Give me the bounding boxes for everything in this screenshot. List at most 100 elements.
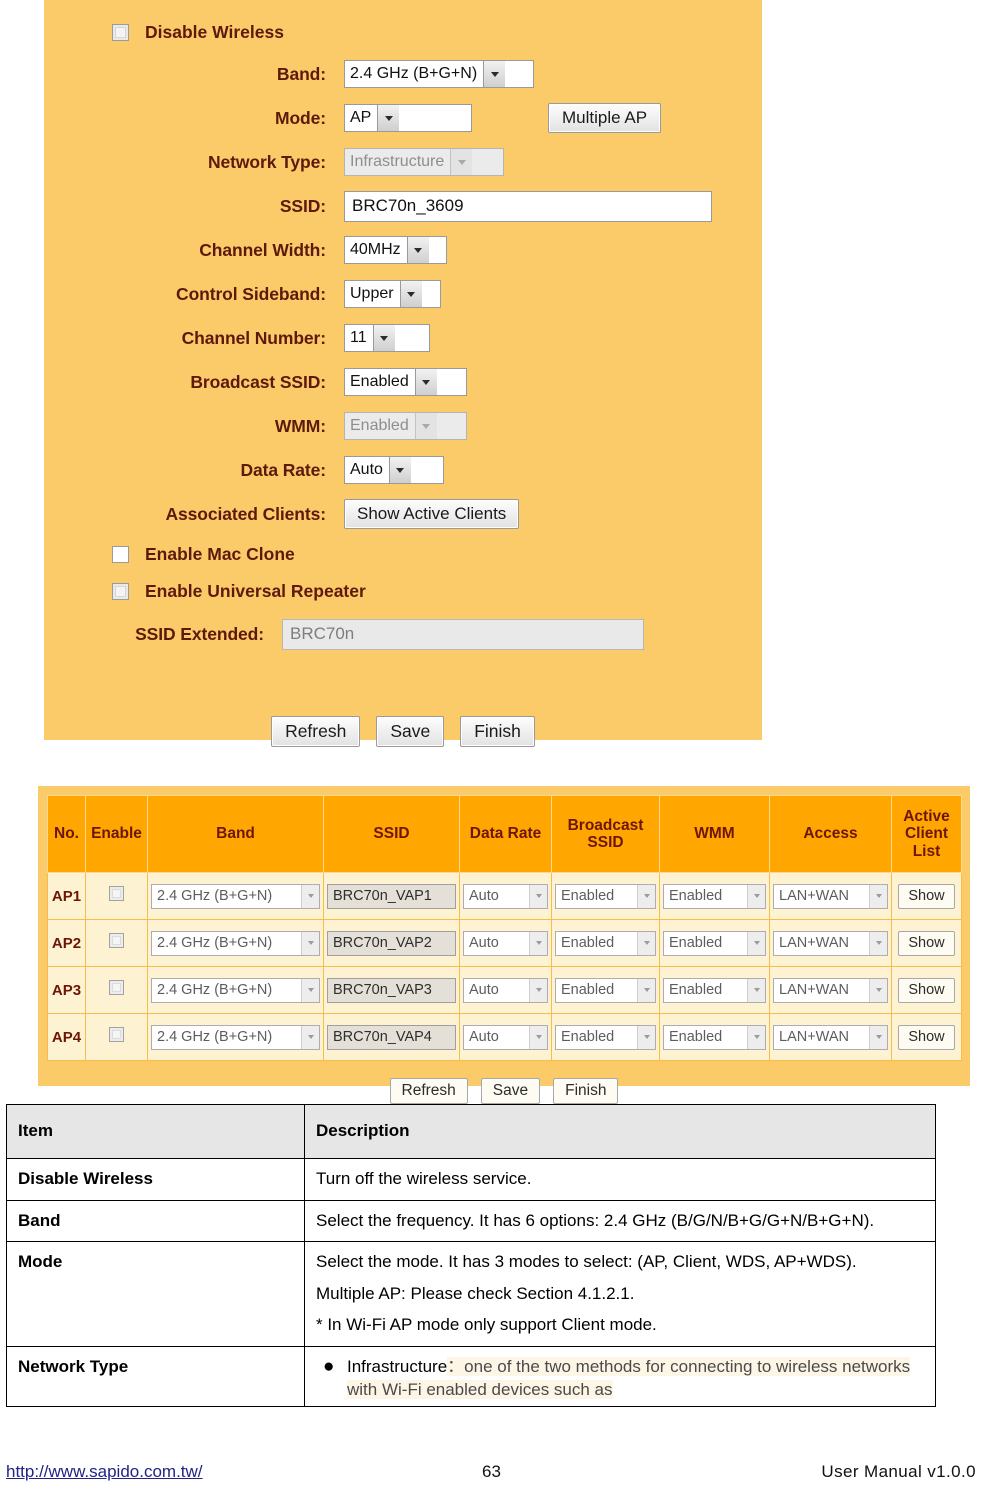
ap-data-rate-select[interactable]: Auto xyxy=(463,1024,548,1050)
ap-access-select[interactable]: LAN+WAN xyxy=(773,883,888,909)
field-row-broadcast-ssid: Broadcast SSID: Enabled xyxy=(44,360,762,404)
ap-broadcast-ssid-select[interactable]: Enabled xyxy=(555,977,656,1003)
desc-line: Turn off the wireless service. xyxy=(316,1169,532,1188)
ap-band-value: 2.4 GHz (B+G+N) xyxy=(157,982,273,998)
ap-wmm-select[interactable]: Enabled xyxy=(663,977,766,1003)
enable-universal-repeater-row: Enable Universal Repeater xyxy=(44,573,762,610)
ap-data-rate-select[interactable]: Auto xyxy=(463,977,548,1003)
ap-enable-cell xyxy=(85,966,148,1014)
ap-wmm-select[interactable]: Enabled xyxy=(663,930,766,956)
mode-label: Mode: xyxy=(274,107,326,128)
ap-number: AP3 xyxy=(47,966,86,1014)
channel-width-select[interactable]: 40MHz xyxy=(344,236,447,264)
field-row-data-rate: Data Rate: Auto xyxy=(44,448,762,492)
desc-col-header-item: Item xyxy=(6,1104,305,1159)
ap-band-select[interactable]: 2.4 GHz (B+G+N) xyxy=(151,883,320,909)
wmm-label: WMM: xyxy=(274,415,326,436)
ap-access-cell: LAN+WAN xyxy=(769,919,892,967)
ap-show-button[interactable]: Show xyxy=(898,930,955,956)
col-header-ssid: SSID xyxy=(323,795,460,873)
ap-wmm-cell: Enabled xyxy=(659,1013,770,1061)
ap-broadcast-ssid-select[interactable]: Enabled xyxy=(555,930,656,956)
field-row-ssid: SSID: BRC70n_3609 xyxy=(44,184,762,228)
chevron-down-icon xyxy=(301,931,319,955)
broadcast-ssid-select-value: Enabled xyxy=(350,373,409,390)
chevron-down-icon xyxy=(637,931,655,955)
ap-access-value: LAN+WAN xyxy=(779,935,849,951)
table-finish-button[interactable]: Finish xyxy=(553,1078,619,1104)
ap-broadcast-ssid-select[interactable]: Enabled xyxy=(555,883,656,909)
ap-band-select[interactable]: 2.4 GHz (B+G+N) xyxy=(151,930,320,956)
show-active-clients-button[interactable]: Show Active Clients xyxy=(344,499,520,529)
chevron-down-icon xyxy=(869,1025,887,1049)
disable-wireless-checkbox[interactable] xyxy=(112,23,129,41)
col-header-enable: Enable xyxy=(85,795,148,873)
enable-mac-clone-row: Enable Mac Clone xyxy=(44,536,762,573)
chevron-down-icon xyxy=(747,884,765,908)
ssid-label: SSID: xyxy=(279,195,326,216)
ap-ssid-input[interactable]: BRC70n_VAP4 xyxy=(327,1024,456,1050)
chevron-down-icon xyxy=(747,978,765,1002)
chevron-down-icon xyxy=(529,978,547,1002)
ap-access-value: LAN+WAN xyxy=(779,982,849,998)
enable-universal-repeater-checkbox[interactable] xyxy=(112,583,129,600)
ap-band-select[interactable]: 2.4 GHz (B+G+N) xyxy=(151,977,320,1003)
multiple-ap-button[interactable]: Multiple AP xyxy=(548,103,662,133)
data-rate-select[interactable]: Auto xyxy=(344,456,444,484)
ap-data-rate-cell: Auto xyxy=(459,919,552,967)
ssid-input[interactable]: BRC70n_3609 xyxy=(344,190,712,222)
desc-row-band: Band Select the frequency. It has 6 opti… xyxy=(6,1199,936,1243)
mode-select-value: AP xyxy=(350,109,372,126)
ap-wmm-select[interactable]: Enabled xyxy=(663,1024,766,1050)
ap-broadcast-ssid-value: Enabled xyxy=(561,982,615,998)
refresh-button[interactable]: Refresh xyxy=(271,716,361,747)
ap-ssid-input[interactable]: BRC70n_VAP3 xyxy=(327,977,456,1003)
ap-access-select[interactable]: LAN+WAN xyxy=(773,1024,888,1050)
band-select[interactable]: 2.4 GHz (B+G+N) xyxy=(344,60,534,88)
chevron-down-icon xyxy=(529,1025,547,1049)
panel2-button-bar: Refresh Save Finish xyxy=(47,1078,961,1104)
ap-broadcast-ssid-value: Enabled xyxy=(561,935,615,951)
ap-show-button[interactable]: Show xyxy=(898,883,955,909)
ap-wmm-select[interactable]: Enabled xyxy=(663,883,766,909)
enable-mac-clone-checkbox[interactable] xyxy=(112,546,129,563)
ap-enable-checkbox[interactable] xyxy=(109,886,124,901)
ap-ssid-input[interactable]: BRC70n_VAP2 xyxy=(327,930,456,956)
control-sideband-select[interactable]: Upper xyxy=(344,280,441,308)
table-row: AP3 2.4 GHz (B+G+N) BRC70n_VAP3 Auto Ena… xyxy=(47,966,962,1014)
ap-data-rate-select[interactable]: Auto xyxy=(463,930,548,956)
desc-row-mode: Mode Select the mode. It has 3 modes to … xyxy=(6,1241,936,1348)
desc-header-row: Item Description xyxy=(6,1104,936,1159)
ap-number: AP1 xyxy=(47,872,86,920)
table-save-button[interactable]: Save xyxy=(480,1078,541,1104)
channel-number-label: Channel Number: xyxy=(181,327,326,348)
ap-enable-checkbox[interactable] xyxy=(109,980,124,995)
footer-page-number: 63 xyxy=(482,1462,501,1481)
ap-data-rate-select[interactable]: Auto xyxy=(463,883,548,909)
field-row-band: Band: 2.4 GHz (B+G+N) xyxy=(44,52,762,96)
footer-website-link[interactable]: http://www.sapido.com.tw/ xyxy=(6,1462,203,1482)
table-refresh-button[interactable]: Refresh xyxy=(389,1078,468,1104)
ap-broadcast-ssid-select[interactable]: Enabled xyxy=(555,1024,656,1050)
col-header-active-client-list: Active Client List xyxy=(891,795,962,873)
field-row-control-sideband: Control Sideband: Upper xyxy=(44,272,762,316)
ap-wmm-cell: Enabled xyxy=(659,872,770,920)
ap-show-button[interactable]: Show xyxy=(898,977,955,1003)
ap-access-select[interactable]: LAN+WAN xyxy=(773,977,888,1003)
mode-select[interactable]: AP xyxy=(344,104,472,132)
finish-button[interactable]: Finish xyxy=(460,716,535,747)
ap-access-select[interactable]: LAN+WAN xyxy=(773,930,888,956)
ap-show-button[interactable]: Show xyxy=(898,1024,955,1050)
ap-enable-cell xyxy=(85,919,148,967)
ap-enable-checkbox[interactable] xyxy=(109,1027,124,1042)
table-row: AP4 2.4 GHz (B+G+N) BRC70n_VAP4 Auto Ena… xyxy=(47,1013,962,1061)
ap-enable-checkbox[interactable] xyxy=(109,933,124,948)
broadcast-ssid-select[interactable]: Enabled xyxy=(344,368,467,396)
ap-wmm-value: Enabled xyxy=(669,935,723,951)
ap-band-select[interactable]: 2.4 GHz (B+G+N) xyxy=(151,1024,320,1050)
desc-bullet-text: Infrastructure：one of the two methods fo… xyxy=(347,1356,923,1401)
save-button[interactable]: Save xyxy=(376,716,445,747)
data-rate-select-value: Auto xyxy=(350,461,383,478)
ap-ssid-input[interactable]: BRC70n_VAP1 xyxy=(327,883,456,909)
channel-number-select[interactable]: 11 xyxy=(344,324,430,352)
